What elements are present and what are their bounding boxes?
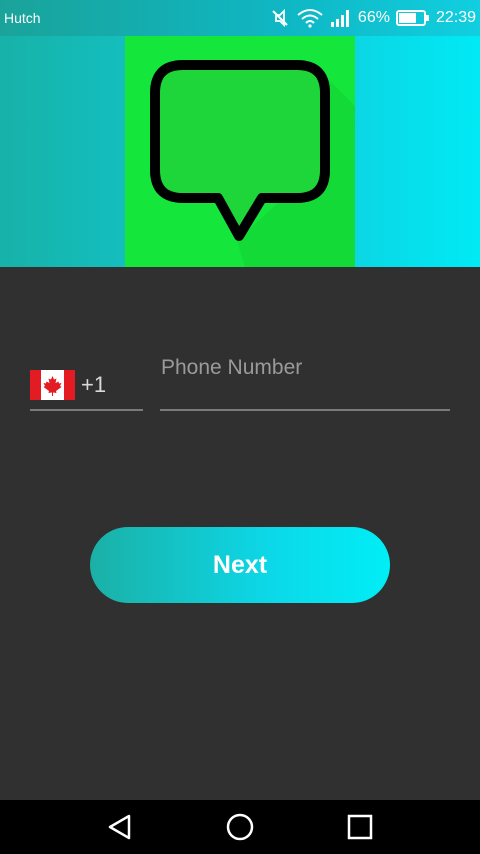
mute-icon [270,8,290,28]
back-button[interactable] [100,807,140,847]
app-screen: Hutch 66% 22:39 +1 Phone Number Next [0,0,480,854]
phone-number-input[interactable] [160,348,450,411]
status-icons: 66% 22:39 [270,8,476,28]
canada-flag-icon [30,369,75,400]
chat-bubble-icon [150,60,330,241]
signal-icon [330,8,352,28]
wifi-icon [296,8,324,28]
home-circle-icon [226,813,254,841]
battery-percent: 66% [357,9,390,26]
clock: 22:39 [435,9,476,26]
home-button[interactable] [220,807,260,847]
next-button[interactable]: Next [90,527,390,603]
country-selector[interactable]: +1 [30,360,143,411]
recents-button[interactable] [340,807,380,847]
hero-banner [0,36,480,267]
battery-icon [395,9,430,27]
back-triangle-icon [108,814,131,840]
app-logo [125,36,355,267]
navigation-bar [0,800,480,854]
status-bar: Hutch 66% 22:39 [0,0,480,36]
country-code: +1 [81,371,107,397]
recents-square-icon [347,814,373,840]
carrier-label: Hutch [4,10,41,26]
